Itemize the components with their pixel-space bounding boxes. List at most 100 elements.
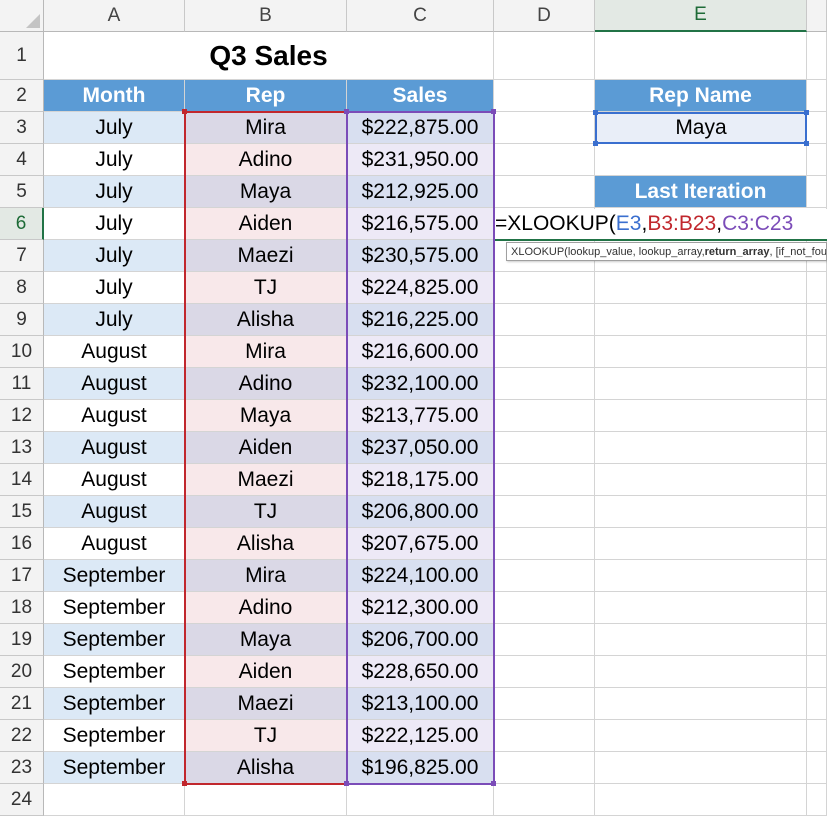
rep-cell[interactable]: Adino (185, 592, 347, 624)
rep-cell[interactable]: Mira (185, 112, 347, 144)
row-header-7[interactable]: 7 (0, 240, 44, 272)
empty-cell-e[interactable] (595, 336, 807, 368)
column-header-d[interactable]: D (494, 0, 595, 32)
sales-range-handle-tl[interactable] (344, 109, 349, 114)
empty-cell-f[interactable] (807, 144, 827, 176)
row-header-11[interactable]: 11 (0, 368, 44, 400)
month-cell[interactable]: August (44, 368, 185, 400)
empty-cell-d[interactable] (494, 720, 595, 752)
empty-cell-f1[interactable] (807, 32, 827, 80)
sales-cell[interactable]: $216,225.00 (347, 304, 494, 336)
empty-cell-f[interactable] (807, 80, 827, 112)
empty-cell-e[interactable] (595, 560, 807, 592)
sales-cell[interactable]: $216,575.00 (347, 208, 494, 240)
month-cell[interactable]: September (44, 656, 185, 688)
sales-cell[interactable]: $222,875.00 (347, 112, 494, 144)
month-cell[interactable]: September (44, 560, 185, 592)
empty-cell-d[interactable] (494, 560, 595, 592)
empty-cell-f[interactable] (807, 688, 827, 720)
column-header-c[interactable]: C (347, 0, 494, 32)
empty-cell-e[interactable] (595, 272, 807, 304)
sales-cell[interactable]: $231,950.00 (347, 144, 494, 176)
column-header-e[interactable]: E (595, 0, 807, 32)
row-header-18[interactable]: 18 (0, 592, 44, 624)
empty-cell-f[interactable] (807, 432, 827, 464)
rep-range-handle-tl[interactable] (182, 109, 187, 114)
sales-cell[interactable]: $206,800.00 (347, 496, 494, 528)
rep-cell[interactable]: TJ (185, 496, 347, 528)
empty-cell-e1[interactable] (595, 32, 807, 80)
month-cell[interactable]: August (44, 528, 185, 560)
empty-cell-e[interactable] (595, 432, 807, 464)
empty-cell-d[interactable] (494, 176, 595, 208)
empty-cell-d1[interactable] (494, 32, 595, 80)
month-cell[interactable]: September (44, 688, 185, 720)
sales-cell[interactable]: $207,675.00 (347, 528, 494, 560)
empty-cell-f[interactable] (807, 624, 827, 656)
rep-cell[interactable]: Maya (185, 176, 347, 208)
empty-cell-e[interactable] (595, 368, 807, 400)
month-cell[interactable]: August (44, 464, 185, 496)
sales-cell[interactable]: $218,175.00 (347, 464, 494, 496)
rep-name-handle-br[interactable] (804, 141, 809, 146)
row-header-14[interactable]: 14 (0, 464, 44, 496)
tooltip-current-arg[interactable]: return_array (705, 246, 770, 258)
sales-range-handle-bl[interactable] (344, 781, 349, 786)
row-header-24[interactable]: 24 (0, 784, 44, 816)
month-cell[interactable]: July (44, 208, 185, 240)
sales-range-handle-tr[interactable] (491, 109, 496, 114)
row-header-19[interactable]: 19 (0, 624, 44, 656)
column-header-a[interactable]: A (44, 0, 185, 32)
month-cell[interactable]: July (44, 240, 185, 272)
empty-cell-f[interactable] (807, 336, 827, 368)
empty-cell-f[interactable] (807, 176, 827, 208)
header-month[interactable]: Month (44, 80, 185, 112)
row-header-12[interactable]: 12 (0, 400, 44, 432)
empty-cell-e[interactable] (595, 144, 807, 176)
row-header-20[interactable]: 20 (0, 656, 44, 688)
rep-name-handle-bl[interactable] (593, 141, 598, 146)
month-cell[interactable]: September (44, 752, 185, 784)
sales-cell[interactable]: $228,650.00 (347, 656, 494, 688)
month-cell[interactable]: September (44, 624, 185, 656)
empty-cell-d[interactable] (494, 464, 595, 496)
empty-cell-f[interactable] (807, 400, 827, 432)
rep-cell[interactable]: Maezi (185, 240, 347, 272)
empty-cell-d[interactable] (494, 80, 595, 112)
rep-name-handle-tr[interactable] (804, 110, 809, 115)
rep-cell[interactable]: Alisha (185, 752, 347, 784)
header-sales[interactable]: Sales (347, 80, 494, 112)
empty-cell-e[interactable] (595, 304, 807, 336)
empty-cell-f[interactable] (807, 464, 827, 496)
empty-cell-d[interactable] (494, 272, 595, 304)
rep-name-label[interactable]: Rep Name (595, 80, 807, 112)
month-cell[interactable]: August (44, 432, 185, 464)
sales-cell[interactable]: $222,125.00 (347, 720, 494, 752)
empty-cell-e[interactable] (595, 400, 807, 432)
empty-cell-f[interactable] (807, 560, 827, 592)
month-cell[interactable]: August (44, 496, 185, 528)
month-cell[interactable]: July (44, 176, 185, 208)
rep-cell[interactable]: Mira (185, 336, 347, 368)
select-all-corner[interactable] (0, 0, 44, 32)
empty-cell-e[interactable] (595, 528, 807, 560)
empty-cell-f[interactable] (807, 528, 827, 560)
empty-cell-d[interactable] (494, 496, 595, 528)
empty-cell-e[interactable] (595, 784, 807, 816)
row-header-22[interactable]: 22 (0, 720, 44, 752)
row-header-1[interactable]: 1 (0, 32, 44, 80)
rep-cell[interactable]: TJ (185, 272, 347, 304)
empty-cell-f[interactable] (807, 720, 827, 752)
empty-cell-d[interactable] (494, 688, 595, 720)
empty-cell-f[interactable] (807, 656, 827, 688)
spreadsheet[interactable]: ABCDE 1 2 3 4 5 6 7 8 9 10 11 12 13 14 15 16 17 18 19 20 21 2… (0, 0, 827, 816)
row-header-6[interactable]: 6 (0, 208, 44, 240)
sales-cell[interactable]: $212,300.00 (347, 592, 494, 624)
month-cell[interactable]: July (44, 304, 185, 336)
empty-cell-d[interactable] (494, 656, 595, 688)
empty-cell-d[interactable] (494, 624, 595, 656)
month-cell[interactable]: July (44, 144, 185, 176)
empty-cell-d[interactable] (494, 528, 595, 560)
column-header-b[interactable]: B (185, 0, 347, 32)
rep-cell[interactable]: Maya (185, 400, 347, 432)
